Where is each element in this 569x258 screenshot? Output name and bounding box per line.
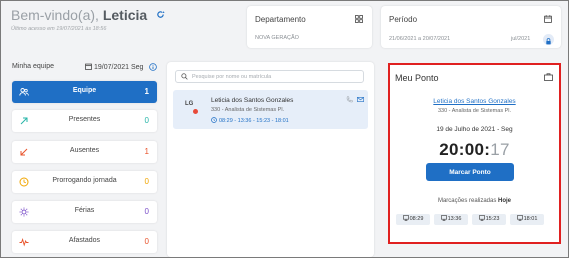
punches-made-text: Marcações realizadas [437,198,497,204]
department-value: NOVA GERAÇÃO [255,35,299,41]
team-item-count: 0 [144,116,149,125]
my-punch-card: Meu Ponto Leticia dos Santos Gonzales 33… [388,63,561,244]
clock-hours-minutes: 20:00: [439,140,491,159]
punch-chip: 13:36 [434,214,468,225]
punches-made-day: Hoje [498,198,512,204]
team-item-prorrogando[interactable]: Prorrogando jornada 0 [12,171,157,193]
period-label: Período [389,15,418,24]
team-header: Minha equipe 19/07/2021 Seg [12,62,157,74]
department-card: Departamento NOVA GERAÇÃO [247,6,372,48]
period-range: 21/06/2021 a 20/07/2021 [389,36,451,42]
phone-icon[interactable] [346,96,353,103]
welcome-header: Bem-vindo(a), Leticia Último acesso em 1… [11,7,165,32]
employee-times: 08:29 - 13:36 - 15:23 - 18:01 [211,117,289,124]
search-input[interactable] [192,72,357,81]
mail-icon[interactable] [357,96,364,103]
punch-time: 15:23 [485,216,500,222]
team-item-ferias[interactable]: Férias 0 [12,201,157,223]
team-item-ausentes[interactable]: Ausentes 1 [12,141,157,163]
clock-seconds: 17 [490,140,510,159]
punches-made-label: Marcações realizadas Hoje [390,198,559,204]
monitor-icon [402,215,409,221]
monitor-icon [516,215,523,221]
calendar-small-icon [85,63,92,70]
team-item-equipe[interactable]: Equipe 1 [12,81,157,103]
punch-time: 13:36 [447,216,462,222]
punch-chip: 08:29 [396,214,430,225]
search-box[interactable] [175,70,364,83]
team-item-presentes[interactable]: Presentes 0 [12,110,157,132]
employee-initials: LG [185,101,194,107]
punch-button[interactable]: Marcar Ponto [426,163,514,181]
employee-times-text: 08:29 - 13:36 - 15:23 - 18:01 [219,118,289,124]
info-icon[interactable] [149,63,157,71]
user-name: Leticia [102,7,148,23]
team-date[interactable]: 19/07/2021 Seg [85,63,143,71]
app-frame: Bem-vindo(a), Leticia Último acesso em 1… [0,0,569,258]
briefcase-icon[interactable] [544,73,553,81]
monitor-icon [478,215,485,221]
grid-icon[interactable] [355,15,363,23]
period-card: Período 21/06/2021 a 20/07/2021 jul/2021 [381,6,561,48]
punch-employee-name[interactable]: Leticia dos Santos Gonzales [390,98,559,105]
employee-card[interactable]: LG Leticia dos Santos Gonzales 330 - Ana… [173,90,368,129]
monitor-icon [440,215,447,221]
team-item-label: Presentes [68,116,101,123]
punch-date: 19 de Julho de 2021 - Seg [436,126,513,133]
punch-chip: 18:01 [510,214,544,225]
welcome-title: Bem-vindo(a), Leticia [11,7,165,23]
punch-chip: 15:23 [472,214,506,225]
punch-time: 18:01 [523,216,538,222]
team-item-afastados[interactable]: Afastados 0 [12,231,157,253]
search-icon [181,73,188,80]
team-item-label: Equipe [72,87,97,94]
calendar-icon[interactable] [544,15,552,23]
punch-time: 08:29 [409,216,424,222]
team-item-count: 0 [144,207,149,216]
team-item-label: Ausentes [69,147,100,154]
last-access: Último acesso em 19/07/2021 às 18:56 [11,26,107,32]
digital-clock: 20:00:17 [390,140,559,160]
team-item-count: 0 [144,237,149,246]
my-punch-title: Meu Ponto [395,73,439,83]
status-dot [193,109,198,114]
employee-role: 330 - Analista de Sistemas Pl. [211,107,285,113]
department-label: Departamento [255,15,306,24]
lock-badge[interactable] [543,34,554,45]
team-item-count: 1 [144,147,149,156]
team-item-count: 1 [144,87,149,96]
team-label: Minha equipe [12,63,55,70]
team-item-label: Prorrogando jornada [52,177,117,184]
team-item-label: Afastados [68,237,101,244]
team-item-count: 0 [144,177,149,186]
punch-employee-role: 330 - Analista de Sistemas Pl. [437,108,512,114]
team-members-panel: LG Leticia dos Santos Gonzales 330 - Ana… [167,62,374,257]
period-month[interactable]: jul/2021 [511,36,530,42]
clock-small-icon [211,117,217,123]
refresh-icon[interactable] [156,10,165,19]
team-item-label: Férias [74,207,95,214]
team-date-text: 19/07/2021 Seg [94,64,144,71]
employee-name: Leticia dos Santos Gonzales [211,97,294,104]
lock-icon [546,38,551,45]
welcome-greeting: Bem-vindo(a), [11,7,103,23]
